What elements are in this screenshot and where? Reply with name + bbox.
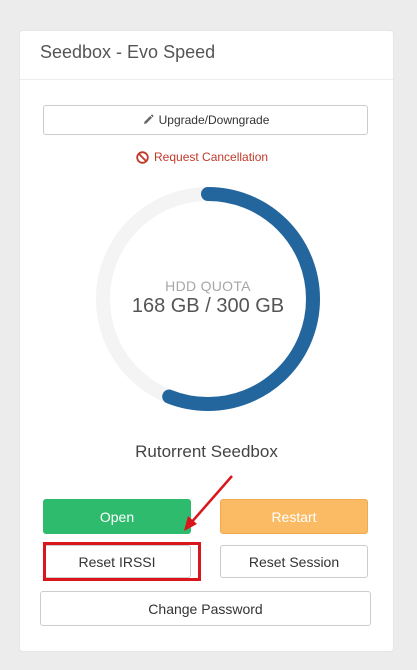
hdd-quota-label: HDD QUOTA	[165, 278, 251, 294]
upgrade-downgrade-button[interactable]: Upgrade/Downgrade	[43, 105, 368, 135]
request-cancellation-link[interactable]: Request Cancellation	[136, 150, 268, 164]
panel-header: Seedbox - Evo Speed	[20, 31, 393, 80]
hdd-quota-value: 168 GB / 300 GB	[131, 295, 285, 317]
open-button[interactable]: Open	[43, 499, 191, 534]
panel-title: Seedbox - Evo Speed	[40, 42, 216, 62]
reset-irssi-button[interactable]: Reset IRSSI	[43, 545, 191, 578]
ban-icon	[136, 150, 149, 164]
reset-session-button[interactable]: Reset Session	[220, 545, 368, 578]
seedbox-panel: Seedbox - Evo Speed Upgrade/Downgrade Re…	[19, 30, 394, 652]
upgrade-downgrade-label: Upgrade/Downgrade	[158, 113, 270, 127]
pencil-icon	[142, 114, 154, 126]
service-name: Rutorrent Seedbox	[135, 442, 278, 461]
restart-button[interactable]: Restart	[220, 499, 368, 534]
request-cancellation-label: Request Cancellation	[154, 150, 269, 164]
change-password-button[interactable]: Change Password	[40, 591, 371, 626]
